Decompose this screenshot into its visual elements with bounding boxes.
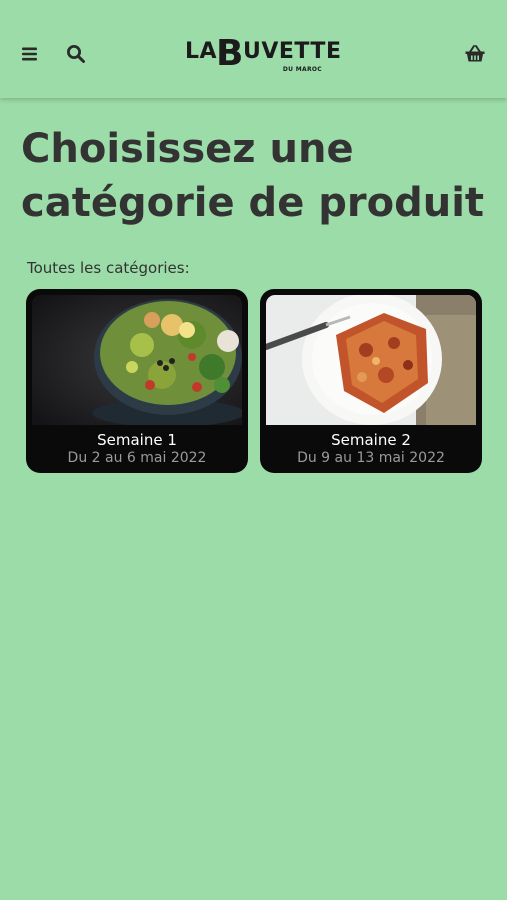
basket-button[interactable]: [463, 42, 487, 66]
card-dates: Du 9 au 13 mai 2022: [297, 450, 445, 466]
section-label: Toutes les catégories:: [27, 259, 190, 277]
card-title: Semaine 2: [331, 431, 411, 449]
brand-logo[interactable]: LABUVETTE DU MAROC: [185, 30, 341, 76]
card-title: Semaine 1: [97, 431, 177, 449]
lasagna-plate-image: [266, 295, 476, 425]
menu-button[interactable]: [18, 42, 42, 66]
salad-bowl-image: [32, 295, 242, 425]
logo-wordmark: LABUVETTE: [185, 33, 342, 74]
search-icon: [67, 45, 85, 63]
category-card-week-2[interactable]: Semaine 2 Du 9 au 13 mai 2022: [260, 289, 482, 473]
menu-icon: [22, 47, 37, 61]
search-button[interactable]: [64, 42, 88, 66]
app-header: LABUVETTE DU MAROC: [0, 0, 507, 98]
logo-subtitle: DU MAROC: [282, 66, 322, 73]
category-card-week-1[interactable]: Semaine 1 Du 2 au 6 mai 2022: [26, 289, 248, 473]
page-title: Choisissez une catégorie de produit: [21, 126, 485, 226]
basket-icon: [465, 45, 485, 62]
card-dates: Du 2 au 6 mai 2022: [67, 450, 207, 466]
